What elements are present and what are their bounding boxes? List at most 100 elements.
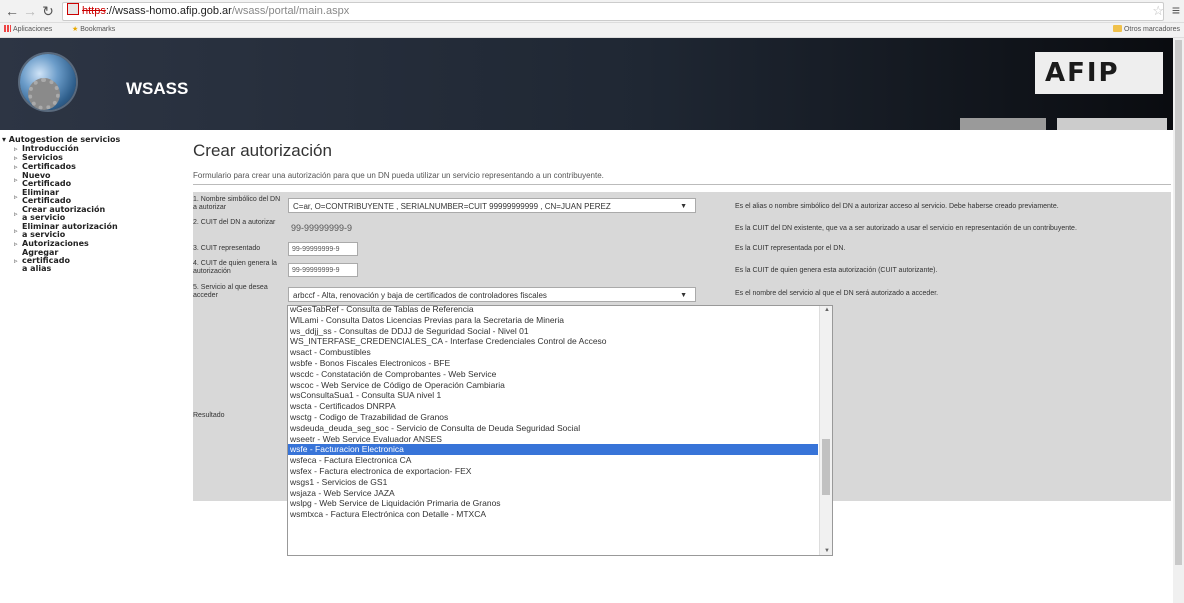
header-tab-1[interactable] xyxy=(960,118,1046,130)
expand-icon: ▹ xyxy=(14,176,18,184)
page-subtitle: Formulario para crear una autorización p… xyxy=(193,171,604,180)
dropdown-option[interactable]: wGesTabRef - Consulta de Tablas de Refer… xyxy=(288,306,818,315)
insecure-lock-icon[interactable] xyxy=(67,3,79,15)
dropdown-options: wGesTabRef - Consulta de Tablas de Refer… xyxy=(288,306,818,520)
dropdown-option[interactable]: wsbfe - Bonos Fiscales Electronicos - BF… xyxy=(288,358,818,369)
form-row-cuit-dn: 2. CUIT del DN a autorizar 99-99999999-9… xyxy=(193,219,1171,239)
service-select[interactable]: arbccf - Alta, renovación y baja de cert… xyxy=(288,287,696,302)
dropdown-option[interactable]: wsjaza - Web Service JAZA xyxy=(288,488,818,499)
scroll-down-icon[interactable]: ▼ xyxy=(824,548,830,554)
dropdown-option[interactable]: wseetr - Web Service Evaluador ANSES xyxy=(288,434,818,445)
field-label: 3. CUIT representado xyxy=(193,245,261,252)
dropdown-option[interactable]: wscta - Certificados DNRPA xyxy=(288,401,818,412)
expand-icon: ▹ xyxy=(14,210,18,218)
sidebar: ▾ Autogestion de servicios ▹ Introducción… xyxy=(0,135,180,305)
dropdown-option[interactable]: WS_INTERFASE_CREDENCIALES_CA - Interfase… xyxy=(288,336,818,347)
scroll-up-icon[interactable]: ▲ xyxy=(824,307,830,313)
field-label: 1. Nombre simbólico del DN a autorizar xyxy=(193,196,281,211)
apps-bookmark[interactable]: Aplicaciones xyxy=(4,23,52,37)
field-label: 5. Servicio al que desea acceder xyxy=(193,284,268,299)
form-row-cuit-representado: 3. CUIT representado 99-99999999-9 Es la… xyxy=(193,242,1171,257)
field-label: 2. CUIT del DN a autorizar xyxy=(193,219,276,226)
field-help: Es el nombre del servicio al que el DN s… xyxy=(735,290,939,297)
dropdown-option[interactable]: ws_ddjj_ss - Consultas de DDJJ de Seguri… xyxy=(288,326,818,337)
field-help: Es la CUIT de quien genera esta autoriza… xyxy=(735,267,938,274)
back-icon[interactable]: ← xyxy=(4,3,20,19)
sidebar-item-certificados[interactable]: ▹ Certificados xyxy=(14,163,76,172)
app-brand: WSASS xyxy=(126,79,189,98)
expand-icon: ▹ xyxy=(14,154,18,162)
page-scrollbar[interactable] xyxy=(1173,38,1184,603)
afip-logo-text: AFIP xyxy=(1045,58,1120,88)
field-help: Es la CUIT del DN existente, que va a se… xyxy=(735,225,1077,232)
globe-logo-icon xyxy=(20,54,76,110)
url-path: /wsass/portal/main.aspx xyxy=(231,5,350,17)
folder-icon xyxy=(1112,25,1122,32)
dropdown-option[interactable]: wsctg - Codigo de Trazabilidad de Granos xyxy=(288,412,818,423)
browser-toolbar: ← → ↻ https://wsass-homo.afip.gob.ar/wsa… xyxy=(0,0,1184,23)
apps-icon xyxy=(4,25,11,32)
expand-icon: ▹ xyxy=(14,193,18,201)
forward-icon[interactable]: → xyxy=(22,3,38,19)
sidebar-item-agregar-certificado-alias[interactable]: ▹ Agregar certificado a alias xyxy=(14,249,70,273)
form-row-dn: 1. Nombre simbólico del DN a autorizar C… xyxy=(193,196,1171,216)
dropdown-option[interactable]: wsgs1 - Servicios de GS1 xyxy=(288,477,818,488)
dropdown-option[interactable]: wsmtxca - Factura Electrónica con Detall… xyxy=(288,509,818,520)
header-banner: WSASS AFIP xyxy=(0,38,1173,130)
url-protocol: https xyxy=(82,5,106,17)
sidebar-item-eliminar-autorizacion[interactable]: ▹ Eliminar autorización a servicio xyxy=(14,223,118,239)
result-label: Resultado xyxy=(193,412,225,419)
dropdown-option[interactable]: wsfex - Factura electronica de exportaci… xyxy=(288,466,818,477)
expand-icon: ▹ xyxy=(14,257,18,265)
sidebar-item-eliminar-certificado[interactable]: ▹ Eliminar Certificado xyxy=(14,189,71,205)
dropdown-option[interactable]: wsdeuda_deuda_seg_soc - Servicio de Cons… xyxy=(288,423,818,434)
sidebar-section-title[interactable]: ▾ Autogestion de servicios xyxy=(2,135,120,144)
dropdown-option[interactable]: wscdc - Constatación de Comprobantes - W… xyxy=(288,369,818,380)
header-tab-2[interactable] xyxy=(1057,118,1167,130)
expand-icon: ▹ xyxy=(14,163,18,171)
sidebar-item-introduccion[interactable]: ▹ Introducción xyxy=(14,145,79,154)
field-help: Es la CUIT representada por el DN. xyxy=(735,245,846,252)
dropdown-option[interactable]: wsact - Combustibles xyxy=(288,347,818,358)
cuit-representado-input[interactable]: 99-99999999-9 xyxy=(288,242,358,256)
bookmarks-item[interactable]: ★ Bookmarks xyxy=(72,23,115,37)
reload-icon[interactable]: ↻ xyxy=(40,3,56,19)
sidebar-item-servicios[interactable]: ▹ Servicios xyxy=(14,154,63,163)
sidebar-item-crear-autorizacion[interactable]: ▹ Crear autorización a servicio xyxy=(14,206,105,222)
page-title: Crear autorización xyxy=(193,141,332,160)
dn-alias-select[interactable]: C=ar, O=CONTRIBUYENTE , SERIALNUMBER=CUI… xyxy=(288,198,696,213)
form-row-cuit-autorizante: 4. CUIT de quien genera la autorización … xyxy=(193,260,1171,280)
star-icon: ★ xyxy=(72,26,79,33)
afip-logo: AFIP xyxy=(1035,52,1163,94)
chevron-down-icon: ▼ xyxy=(680,292,687,299)
sidebar-item-autorizaciones[interactable]: ▹ Autorizaciones xyxy=(14,240,89,249)
expand-icon: ▹ xyxy=(14,145,18,153)
gear-icon xyxy=(28,78,60,110)
sidebar-item-nuevo-certificado[interactable]: ▹ Nuevo Certificado xyxy=(14,172,71,188)
bookmarks-bar: Aplicaciones ★ Bookmarks Otros marcadore… xyxy=(0,23,1184,38)
bookmark-star-icon[interactable]: ☆ xyxy=(1152,3,1164,19)
cuit-autorizante-input[interactable]: 99-99999999-9 xyxy=(288,263,358,277)
field-help: Es el alias o nombre simbólico del DN a … xyxy=(735,203,1059,210)
expand-icon: ▹ xyxy=(14,240,18,248)
url-host: ://wsass-homo.afip.gob.ar xyxy=(105,5,232,17)
address-bar[interactable]: https://wsass-homo.afip.gob.ar/wsass/por… xyxy=(62,2,1164,21)
service-dropdown-list[interactable]: wGesTabRef - Consulta de Tablas de Refer… xyxy=(287,305,833,556)
dropdown-option[interactable]: wsConsultaSua1 - Consulta SUA nivel 1 xyxy=(288,390,818,401)
form-row-servicio: 5. Servicio al que desea acceder arbccf … xyxy=(193,284,1171,304)
other-bookmarks[interactable]: Otros marcadores xyxy=(1112,23,1180,37)
cuit-dn-value: 99-99999999-9 xyxy=(291,223,353,233)
dropdown-option[interactable]: wsfeca - Factura Electronica CA xyxy=(288,455,818,466)
dropdown-option[interactable]: WlLami - Consulta Datos Licencias Previa… xyxy=(288,315,818,326)
browser-menu-icon[interactable]: ≡ xyxy=(1172,2,1180,18)
page-scroll-thumb[interactable] xyxy=(1175,40,1182,565)
chevron-down-icon: ▼ xyxy=(680,203,687,210)
dropdown-option[interactable]: wslpg - Web Service de Liquidación Prima… xyxy=(288,498,818,509)
field-label: 4. CUIT de quien genera la autorización xyxy=(193,260,277,275)
dropdown-scroll-thumb[interactable] xyxy=(822,439,830,495)
dropdown-scrollbar[interactable]: ▲ ▼ xyxy=(819,306,832,555)
expand-icon: ▹ xyxy=(14,227,18,235)
dropdown-option[interactable]: wscoc - Web Service de Código de Operaci… xyxy=(288,380,818,391)
divider xyxy=(193,184,1171,185)
dropdown-option[interactable]: wsfe - Facturacion Electronica xyxy=(288,444,818,456)
